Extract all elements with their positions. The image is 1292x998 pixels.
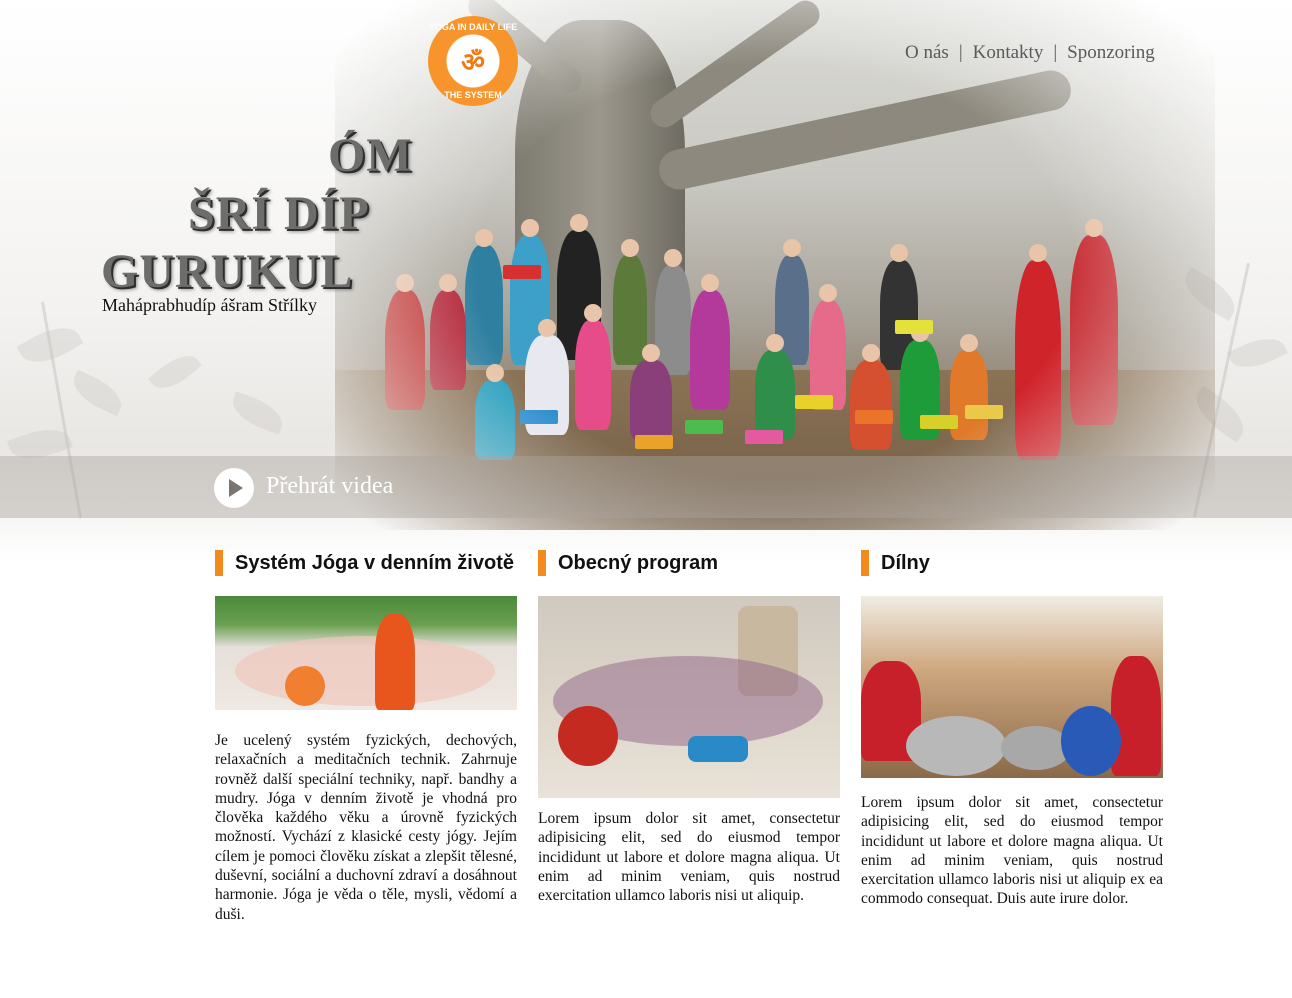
column-workshops: Dílny Lorem ipsum dolor sit amet, consec… <box>861 550 1163 909</box>
site-title-line-2: ŠRÍ DÍP <box>188 187 370 240</box>
column-heading: Systém Jóga v denním životě <box>215 550 517 576</box>
nav-separator: | <box>1053 42 1058 63</box>
column-yoga-system: Systém Jóga v denním životě Je ucelený s… <box>215 550 517 924</box>
top-nav: O nás | Kontakty | Sponzoring <box>905 42 1155 64</box>
play-icon[interactable] <box>214 468 254 508</box>
column-text: Lorem ipsum dolor sit amet, consectetur … <box>861 794 1163 908</box>
play-videos-link[interactable]: Přehrát videa <box>266 473 393 500</box>
site-title-line-1: ÓM <box>328 129 413 182</box>
column-heading: Dílny <box>861 550 1163 576</box>
leaf-decoration <box>148 346 202 398</box>
leaf-decoration <box>16 317 84 373</box>
workshop-photo <box>861 596 1163 778</box>
column-text: Lorem ipsum dolor sit amet, consectetur … <box>538 810 840 905</box>
nav-link-o-nas[interactable]: O nás <box>905 42 949 64</box>
nav-separator: | <box>958 42 963 63</box>
column-text: Je ucelený systém fyzických, dechových, … <box>215 732 517 923</box>
yoga-class-photo <box>215 596 517 710</box>
video-bar <box>0 456 1292 518</box>
nav-link-kontakty[interactable]: Kontakty <box>973 42 1044 64</box>
leaf-decoration <box>1227 329 1288 377</box>
hero-banner: YOGA IN DAILY LIFE ॐ THE SYSTEM O nás | … <box>0 0 1292 560</box>
column-general-program: Obecný program Lorem ipsum dolor sit ame… <box>538 550 840 905</box>
site-title-line-3: GURUKUL <box>101 245 354 298</box>
logo-ring-text: YOGA IN DAILY LIFE <box>428 22 518 32</box>
leaf-decoration <box>227 391 288 435</box>
logo-ring-text-bottom: THE SYSTEM <box>444 90 502 100</box>
column-heading: Obecný program <box>538 550 840 576</box>
site-subtitle: Maháprabhudíp ášram Střílky <box>102 295 317 315</box>
group-photo <box>538 596 840 798</box>
om-icon: ॐ <box>461 48 485 78</box>
nav-link-sponzoring[interactable]: Sponzoring <box>1067 42 1155 64</box>
yoga-logo[interactable]: YOGA IN DAILY LIFE ॐ THE SYSTEM <box>428 16 518 106</box>
leaf-decoration <box>67 369 128 417</box>
